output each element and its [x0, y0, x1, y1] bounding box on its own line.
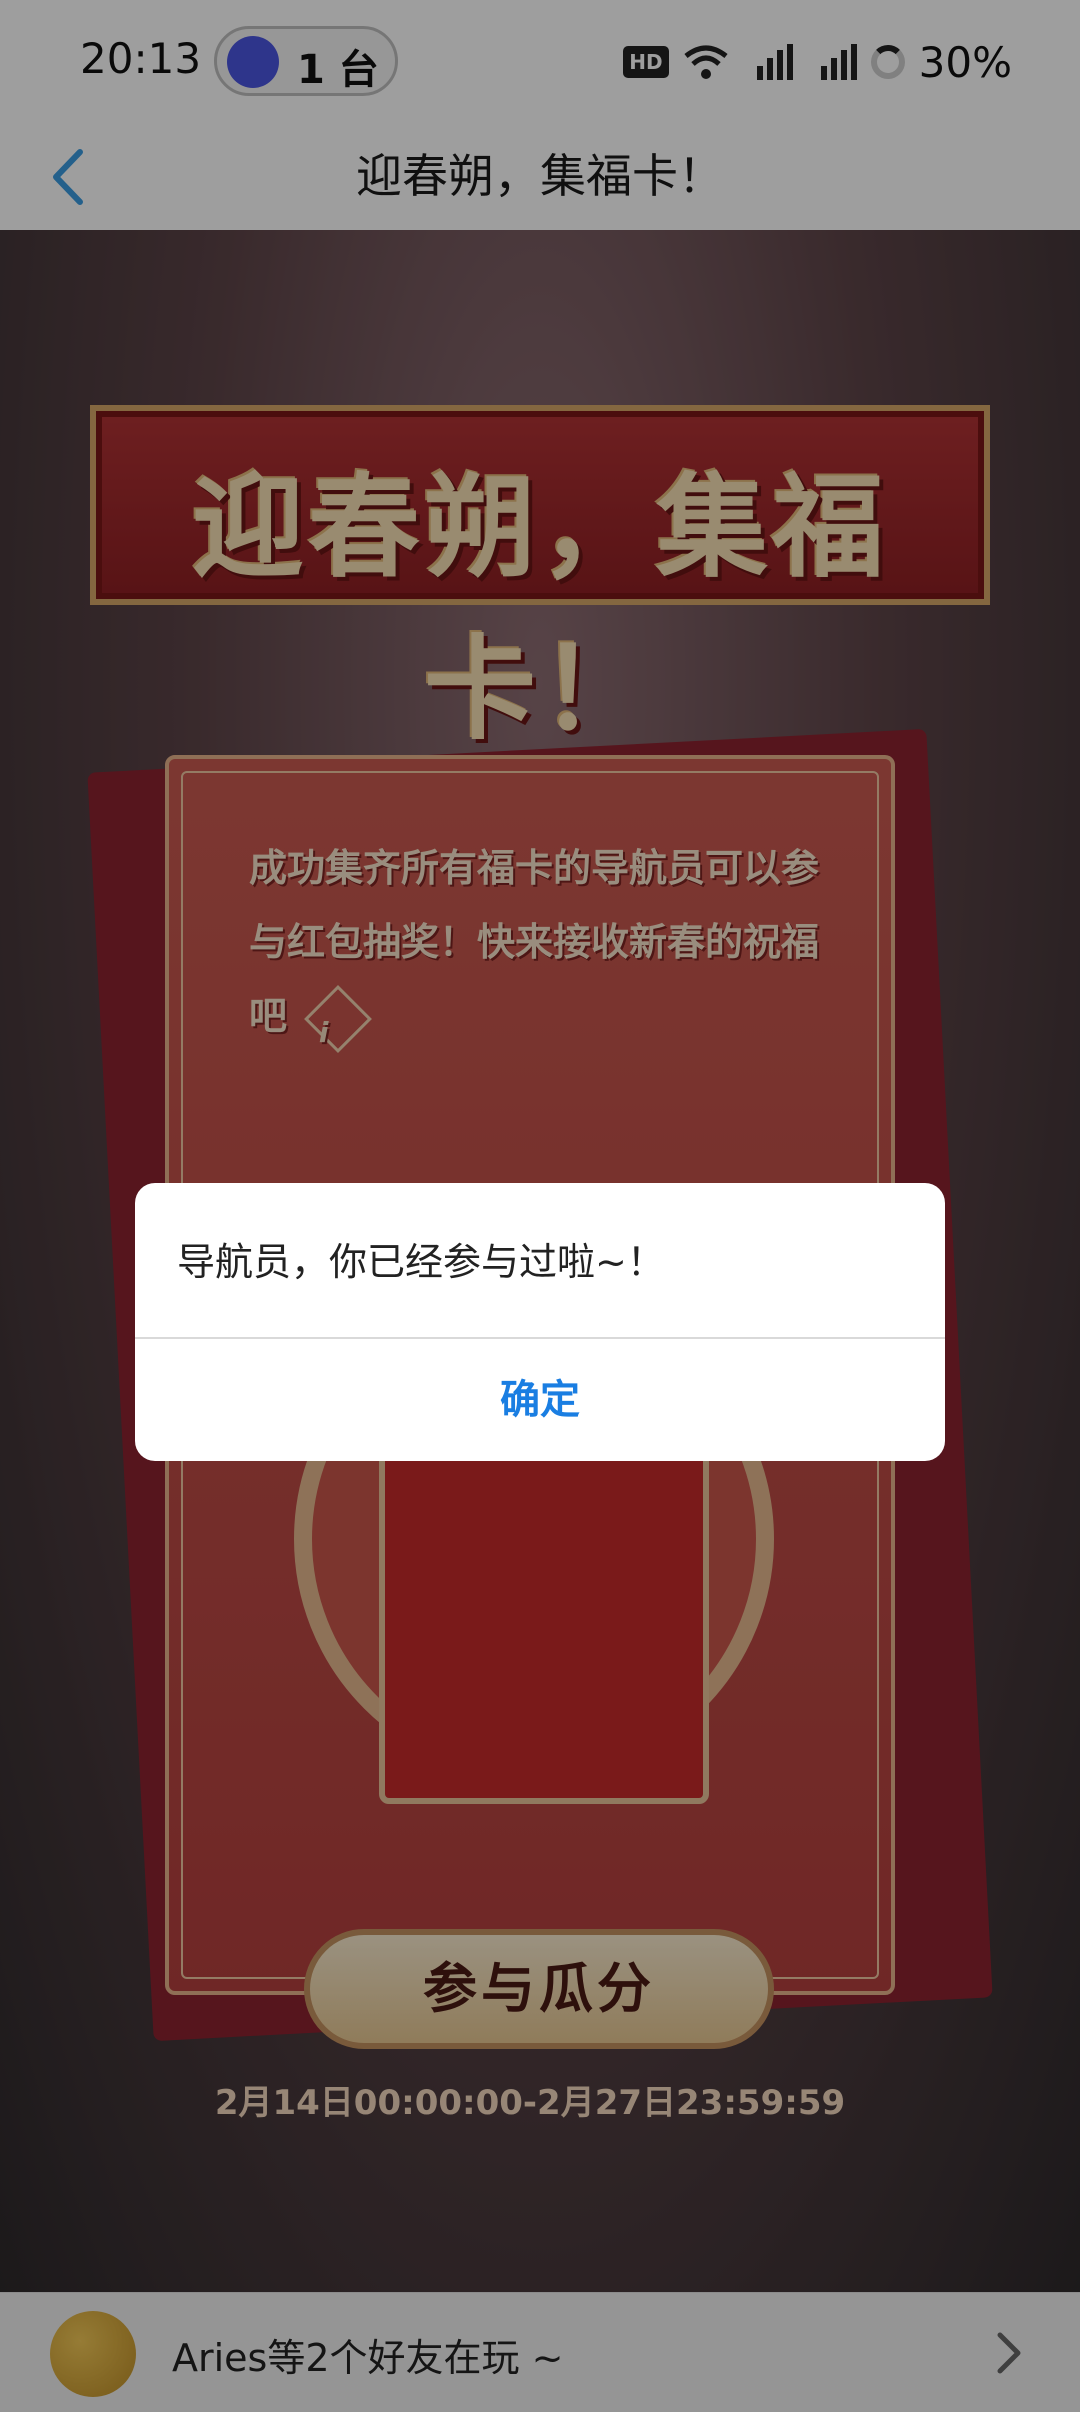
confirm-button[interactable]: 确定: [135, 1339, 945, 1461]
dialog-message: 导航员，你已经参与过啦~！: [177, 1240, 665, 1284]
alert-dialog: 导航员，你已经参与过啦~！ 确定: [135, 1183, 945, 1461]
